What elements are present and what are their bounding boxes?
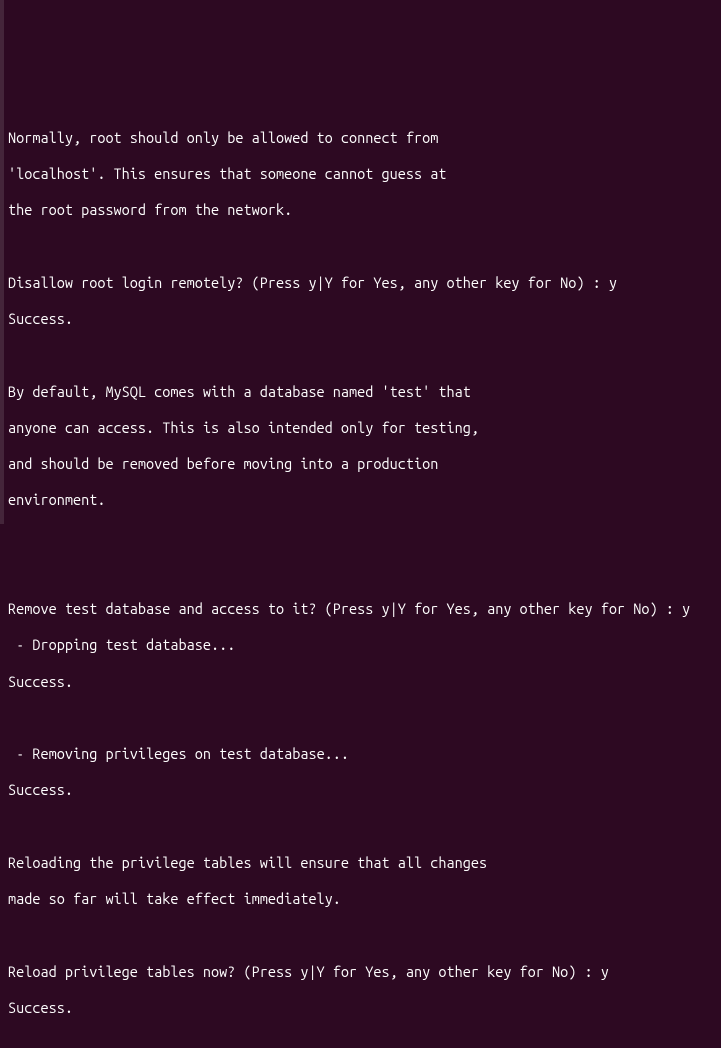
terminal-line: Success. bbox=[8, 673, 713, 691]
terminal-line: - Removing privileges on test database..… bbox=[8, 745, 713, 763]
terminal-line: Disallow root login remotely? (Press y|Y… bbox=[8, 274, 713, 292]
terminal-line bbox=[8, 926, 713, 944]
terminal-output-area[interactable]: Normally, root should only be allowed to… bbox=[8, 111, 713, 631]
terminal-line: and should be removed before moving into… bbox=[8, 455, 713, 473]
terminal-line: Reload privilege tables now? (Press y|Y … bbox=[8, 963, 713, 981]
terminal-line bbox=[8, 238, 713, 256]
terminal-line: the root password from the network. bbox=[8, 201, 713, 219]
terminal-line: made so far will take effect immediately… bbox=[8, 890, 713, 908]
terminal-line: Normally, root should only be allowed to… bbox=[8, 129, 713, 147]
terminal-line bbox=[8, 818, 713, 836]
terminal-line: - Dropping test database... bbox=[8, 636, 713, 654]
terminal-line: Reloading the privilege tables will ensu… bbox=[8, 854, 713, 872]
terminal-line: By default, MySQL comes with a database … bbox=[8, 383, 713, 401]
terminal-line: Success. bbox=[8, 781, 713, 799]
terminal-line bbox=[8, 528, 713, 546]
terminal-line: Success. bbox=[8, 999, 713, 1017]
terminal-line: anyone can access. This is also intended… bbox=[8, 419, 713, 437]
terminal-line: Remove test database and access to it? (… bbox=[8, 600, 713, 618]
window-left-edge bbox=[0, 0, 4, 524]
terminal-line: environment. bbox=[8, 491, 713, 509]
terminal-line: 'localhost'. This ensures that someone c… bbox=[8, 165, 713, 183]
terminal-line: Success. bbox=[8, 310, 713, 328]
terminal-line bbox=[8, 709, 713, 727]
terminal-line bbox=[8, 564, 713, 582]
terminal-line bbox=[8, 346, 713, 364]
terminal-line bbox=[8, 1035, 713, 1048]
